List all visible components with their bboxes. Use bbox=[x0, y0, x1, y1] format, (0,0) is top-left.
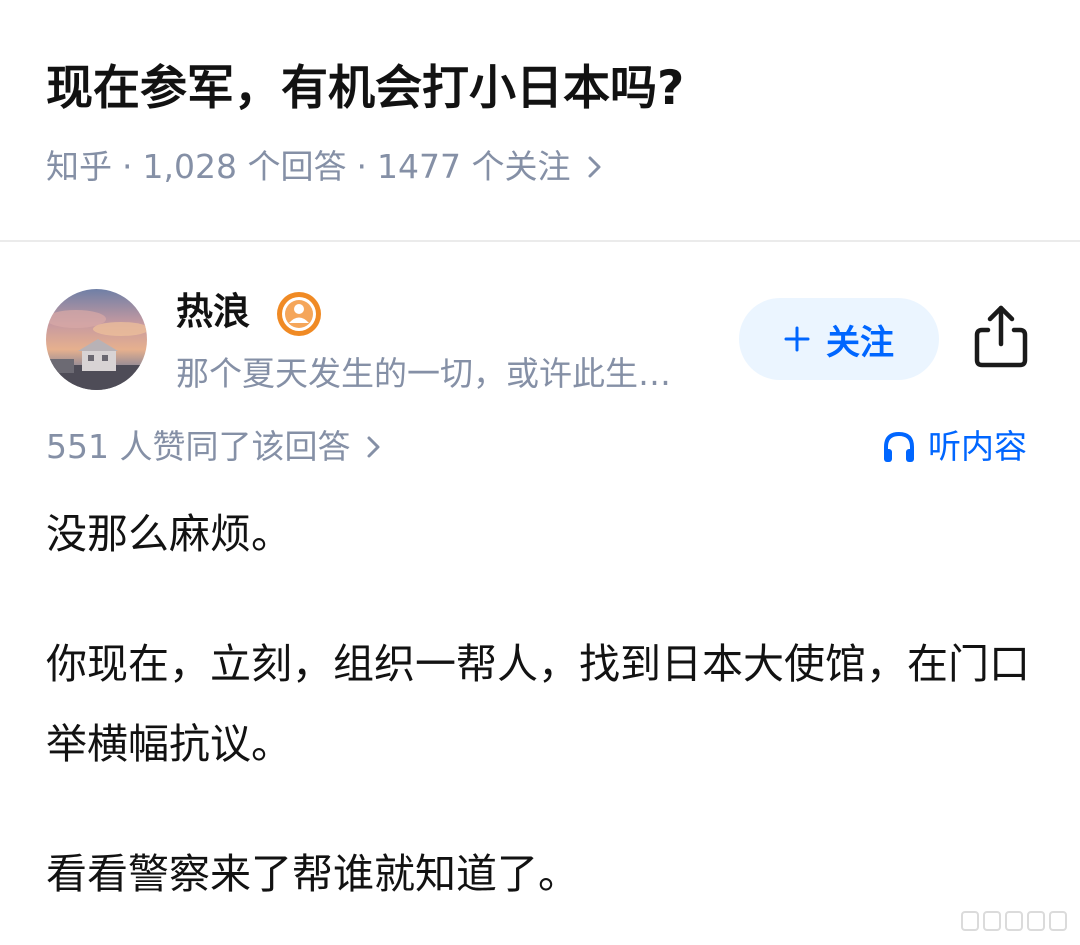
meta-separator: · bbox=[122, 147, 133, 186]
chevron-right-icon bbox=[367, 436, 380, 458]
listen-label: 听内容 bbox=[928, 427, 1027, 466]
answer-paragraph: 你现在，立刻，组织一帮人，找到日本大使馆，在门口举横幅抗议。 bbox=[46, 640, 1030, 768]
section-divider bbox=[0, 240, 1080, 242]
meta-separator: · bbox=[356, 147, 367, 186]
watermark-logo bbox=[961, 911, 1067, 931]
vote-count[interactable]: 551 人赞同了该回答 bbox=[46, 424, 384, 470]
answer-paragraph: 看看警察来了帮谁就知道了。 bbox=[46, 850, 579, 898]
avatar[interactable] bbox=[46, 289, 147, 390]
headphone-icon bbox=[884, 431, 914, 462]
author-name[interactable]: 热浪 bbox=[176, 286, 250, 338]
chevron-right-icon bbox=[588, 156, 601, 178]
share-icon[interactable] bbox=[968, 300, 1034, 372]
follow-button[interactable]: 关注 bbox=[739, 298, 939, 380]
vote-count-text: 551 人赞同了该回答 bbox=[46, 427, 351, 466]
author-bio: 那个夏天发生的一切，或许此生… bbox=[176, 354, 671, 393]
answer-count: 1,028 个回答 bbox=[142, 147, 347, 186]
source-label: 知乎 bbox=[46, 147, 112, 186]
answer-paragraph: 没那么麻烦。 bbox=[46, 510, 292, 558]
question-title[interactable]: 现在参军，有机会打小日本吗? bbox=[46, 58, 1036, 120]
listen-button[interactable]: 听内容 bbox=[882, 424, 1027, 470]
follow-label: 关注 bbox=[826, 322, 894, 363]
user-badge-icon bbox=[277, 292, 321, 336]
plus-icon bbox=[784, 326, 810, 352]
follower-count: 1477 个关注 bbox=[376, 147, 571, 186]
question-meta[interactable]: 知乎 · 1,028 个回答 · 1477 个关注 bbox=[46, 144, 606, 190]
